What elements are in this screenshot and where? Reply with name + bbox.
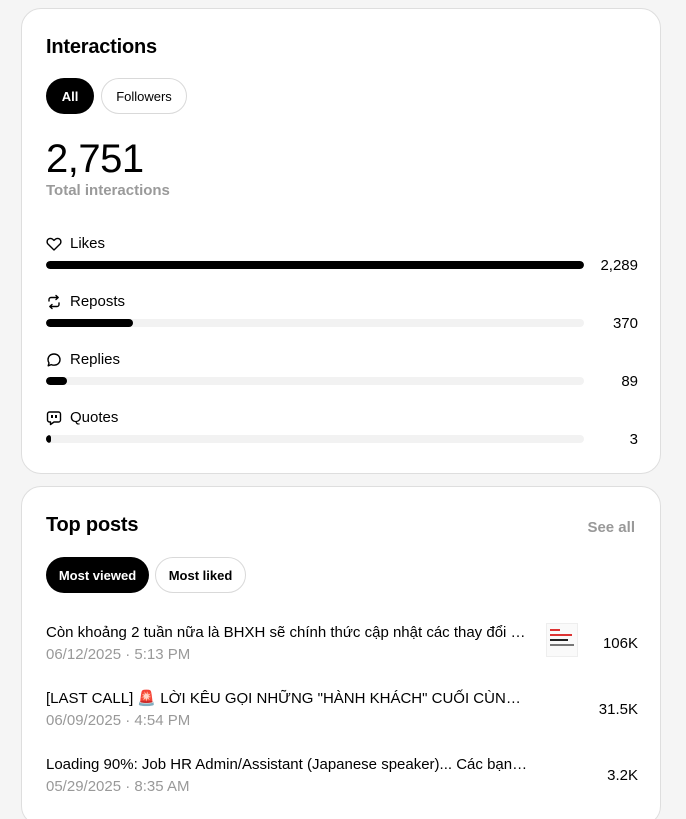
post-view-count: 3.2K: [607, 767, 638, 784]
metric-reposts: Reposts 370: [46, 293, 638, 343]
interactions-title: Interactions: [46, 36, 157, 58]
post-text: [LAST CALL] 🚨 LỜI KÊU GỌI NHỮNG "HÀNH KH…: [46, 690, 528, 707]
quotes-bar: [46, 435, 584, 443]
tab-most-liked[interactable]: Most liked: [155, 557, 246, 593]
metric-likes-value: 2,289: [600, 257, 638, 274]
metric-reposts-value: 370: [612, 315, 638, 332]
metric-replies: Replies 89: [46, 351, 638, 401]
metric-likes-label: Likes: [70, 235, 106, 252]
replies-bar: [46, 377, 584, 385]
metric-quotes-value: 3: [629, 431, 638, 448]
post-view-count: 31.5K: [598, 701, 638, 718]
metric-replies-value: 89: [621, 373, 638, 390]
tab-most-viewed[interactable]: Most viewed: [46, 557, 149, 593]
metric-reposts-label: Reposts: [70, 293, 126, 310]
heart-icon: [46, 237, 62, 251]
repost-icon: [48, 294, 60, 309]
post-date: 06/09/2025 · 4:54 PM: [46, 712, 191, 729]
reposts-bar: [46, 319, 584, 327]
metric-likes: Likes 2,289: [46, 235, 638, 285]
post-item[interactable]: Còn khoảng 2 tuần nữa là BHXH sẽ chính t…: [46, 623, 638, 671]
top-posts-title: Top posts: [46, 514, 139, 536]
interactions-card: Interactions All Followers 2,751 Total i…: [21, 8, 661, 474]
filter-followers-button[interactable]: Followers: [101, 78, 187, 114]
post-text: Loading 90%: Job HR Admin/Assistant (Jap…: [46, 756, 528, 773]
post-text: Còn khoảng 2 tuần nữa là BHXH sẽ chính t…: [46, 624, 528, 641]
post-date: 05/29/2025 · 8:35 AM: [46, 778, 190, 795]
metric-replies-label: Replies: [70, 351, 121, 368]
metric-quotes: Quotes 3: [46, 409, 638, 459]
post-view-count: 106K: [602, 635, 638, 652]
metric-quotes-label: Quotes: [70, 409, 119, 426]
total-interactions-value: 2,751: [46, 137, 144, 181]
post-date: 06/12/2025 · 5:13 PM: [46, 646, 191, 663]
quote-icon: [46, 410, 62, 425]
post-thumbnail: [546, 623, 578, 657]
filter-all-button[interactable]: All: [46, 78, 94, 114]
post-item[interactable]: [LAST CALL] 🚨 LỜI KÊU GỌI NHỮNG "HÀNH KH…: [46, 689, 638, 737]
see-all-link[interactable]: See all: [587, 519, 635, 536]
post-item[interactable]: Loading 90%: Job HR Admin/Assistant (Jap…: [46, 755, 638, 803]
likes-bar: [46, 261, 584, 269]
top-posts-card: Top posts See all Most viewed Most liked…: [21, 486, 661, 819]
total-interactions-label: Total interactions: [46, 182, 170, 199]
reply-icon: [47, 352, 61, 366]
